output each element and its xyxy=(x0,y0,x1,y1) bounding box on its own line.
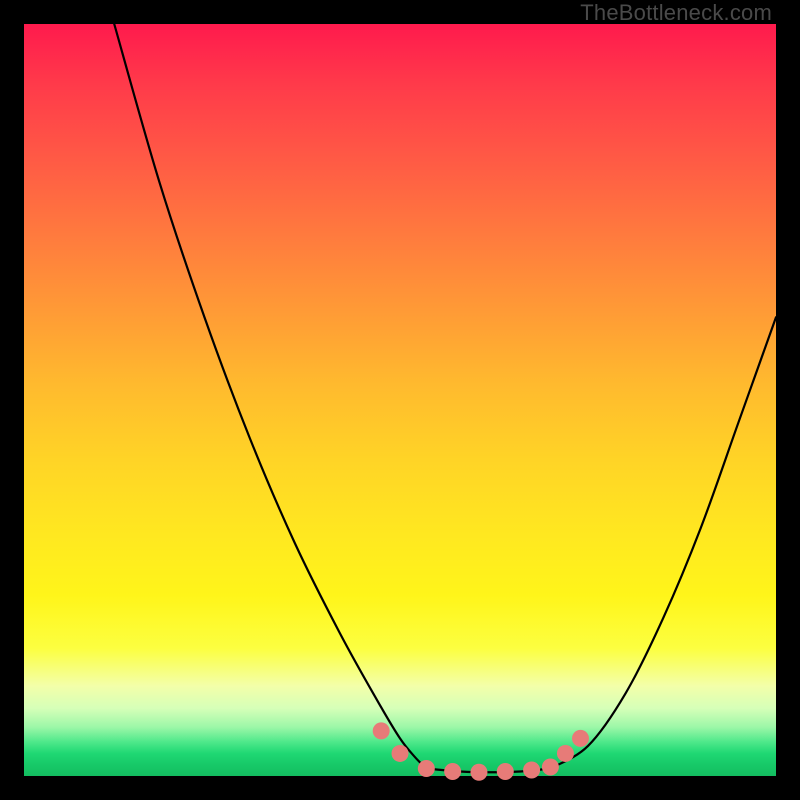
valley-marker xyxy=(470,764,487,781)
plot-area xyxy=(24,24,776,776)
valley-marker xyxy=(373,722,390,739)
chart-svg xyxy=(24,24,776,776)
right-curve xyxy=(550,317,776,768)
valley-marker xyxy=(572,730,589,747)
chart-frame: TheBottleneck.com xyxy=(0,0,800,800)
valley-marker xyxy=(523,761,540,778)
valley-marker xyxy=(557,745,574,762)
valley-markers xyxy=(373,722,589,780)
valley-marker xyxy=(497,763,514,780)
valley-marker xyxy=(392,745,409,762)
watermark-label: TheBottleneck.com xyxy=(580,0,772,26)
left-curve xyxy=(114,24,426,768)
valley-marker xyxy=(444,763,461,780)
valley-marker xyxy=(542,758,559,775)
valley-marker xyxy=(418,760,435,777)
